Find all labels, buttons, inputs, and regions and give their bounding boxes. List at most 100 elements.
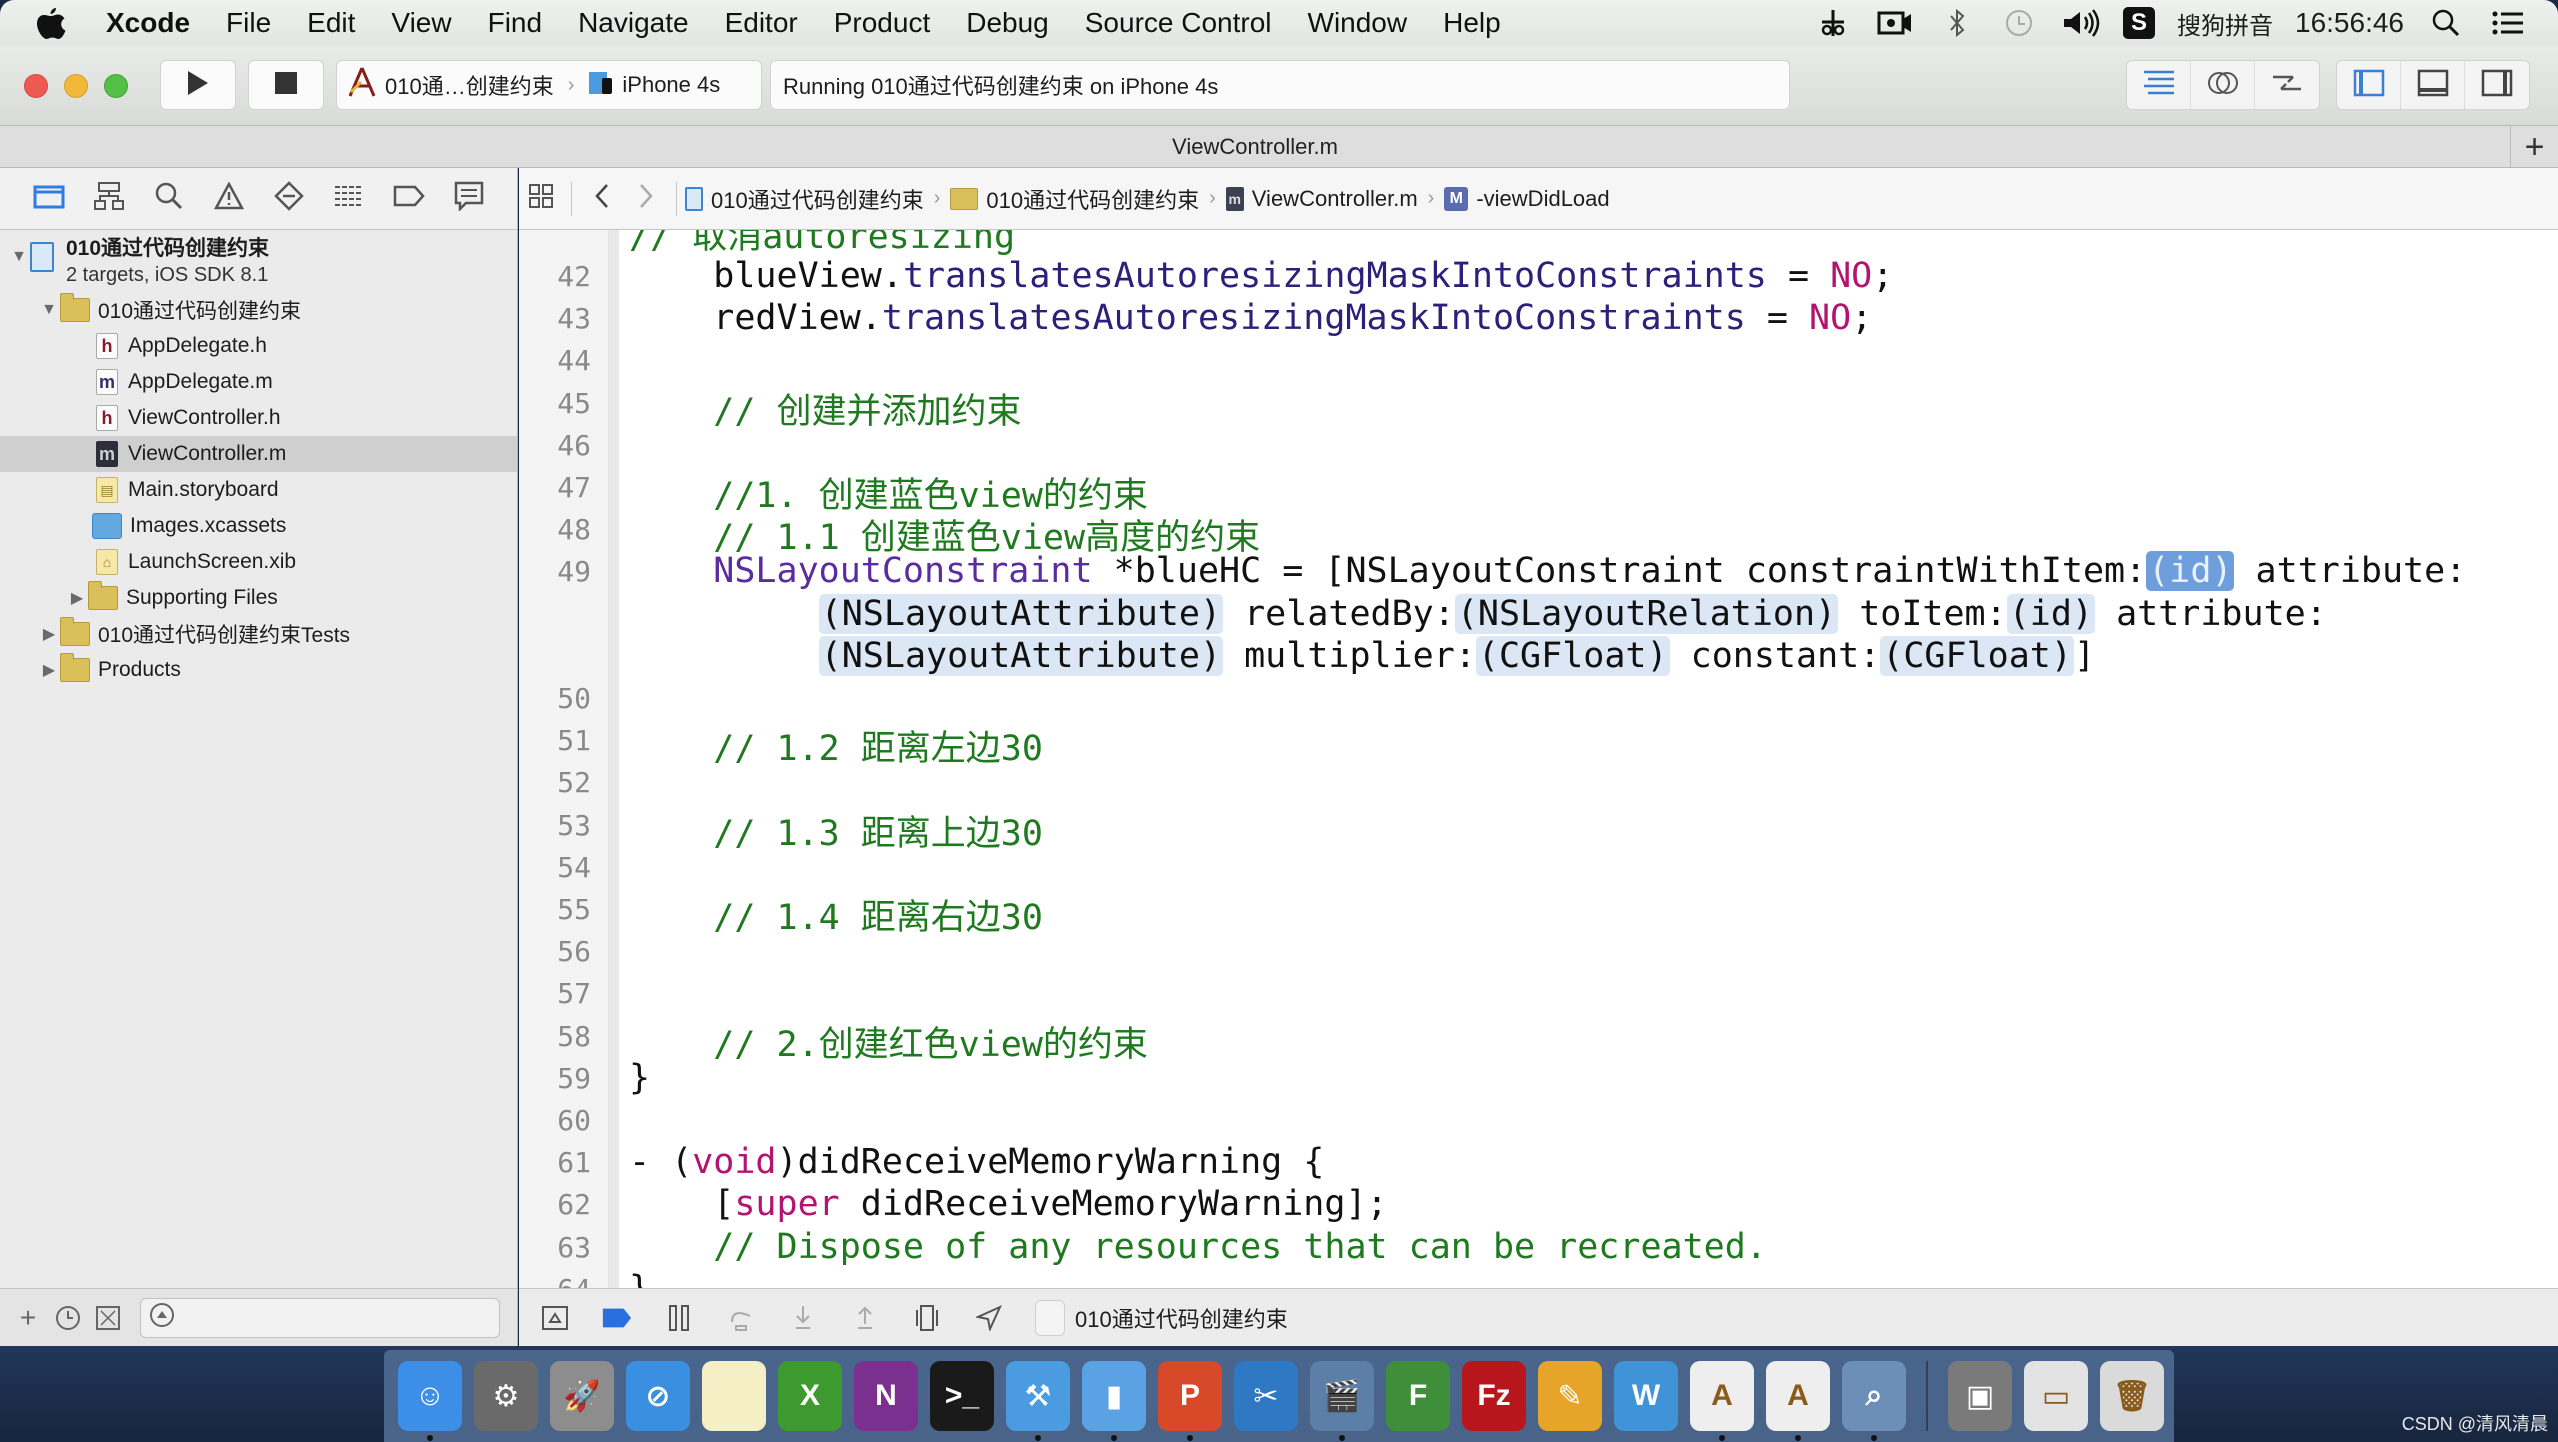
breakpoint-navigator-tab[interactable] bbox=[390, 180, 428, 218]
code-line[interactable]: 63 // Dispose of any resources that can … bbox=[519, 1227, 2558, 1269]
powerpoint-icon[interactable]: P bbox=[1158, 1361, 1222, 1441]
go-back-button[interactable] bbox=[580, 179, 624, 219]
run-button[interactable] bbox=[160, 60, 236, 110]
stop-button[interactable] bbox=[248, 60, 324, 110]
debug-view-hierarchy-button[interactable] bbox=[911, 1302, 943, 1334]
zoom-window-button[interactable] bbox=[104, 74, 128, 98]
breadcrumb-project[interactable]: 010通过代码创建约束 bbox=[685, 183, 924, 215]
code-placeholder-token[interactable]: (id) bbox=[2006, 593, 2095, 634]
notification-center-icon[interactable] bbox=[2488, 7, 2528, 39]
issue-navigator-tab[interactable] bbox=[210, 180, 248, 218]
line-number[interactable]: 52 bbox=[519, 766, 591, 799]
tree-item-images-xcassets[interactable]: Images.xcassets bbox=[0, 508, 517, 544]
simulate-location-button[interactable] bbox=[973, 1302, 1005, 1334]
utility-app-icon[interactable]: ✎ bbox=[1538, 1361, 1602, 1431]
safari-icon[interactable]: ⊘ bbox=[626, 1361, 690, 1431]
code-line[interactable]: 44 bbox=[519, 340, 2558, 382]
menu-navigate[interactable]: Navigate bbox=[560, 7, 707, 39]
ios-simulator-icon[interactable]: ▮ bbox=[1082, 1361, 1146, 1441]
close-window-button[interactable] bbox=[24, 74, 48, 98]
excel-icon[interactable]: X bbox=[778, 1361, 842, 1431]
line-number[interactable]: 62 bbox=[519, 1188, 591, 1221]
find-navigator-tab[interactable] bbox=[150, 180, 188, 218]
go-forward-button[interactable] bbox=[624, 179, 668, 219]
video-editor-icon[interactable]: 🎬 bbox=[1310, 1361, 1374, 1441]
code-line[interactable]: 48 // 1.1 创建蓝色view高度的约束 bbox=[519, 509, 2558, 558]
menu-app-xcode[interactable]: Xcode bbox=[96, 7, 208, 39]
bluetooth-icon[interactable] bbox=[1937, 7, 1977, 39]
code-line[interactable]: 43 redView.translatesAutoresizingMaskInt… bbox=[519, 298, 2558, 340]
code-line[interactable]: (NSLayoutAttribute) relatedBy:(NSLayoutR… bbox=[519, 593, 2558, 636]
minimize-window-button[interactable] bbox=[64, 74, 88, 98]
report-navigator-tab[interactable] bbox=[450, 180, 488, 218]
hide-debug-area-button[interactable] bbox=[539, 1302, 571, 1334]
code-line[interactable]: 61 - (void)didReceiveMemoryWarning { bbox=[519, 1142, 2558, 1184]
tree-item-viewcontroller-m[interactable]: m ViewController.m bbox=[0, 436, 517, 472]
code-line[interactable]: 54 bbox=[519, 847, 2558, 889]
line-number[interactable]: 50 bbox=[519, 682, 591, 715]
tree-item-appdelegate-m[interactable]: m AppDelegate.m bbox=[0, 364, 517, 400]
launchpad-icon[interactable]: 🚀 bbox=[550, 1361, 614, 1431]
line-number[interactable]: 64 bbox=[519, 1273, 591, 1288]
line-number[interactable]: 44 bbox=[519, 344, 591, 377]
volume-icon[interactable] bbox=[2061, 7, 2101, 39]
apple-menu-icon[interactable] bbox=[36, 6, 96, 40]
menu-editor[interactable]: Editor bbox=[707, 7, 816, 39]
tree-project-root[interactable]: ▼ 010通过代码创建约束 2 targets, iOS SDK 8.1 bbox=[0, 236, 517, 292]
documents-stack-icon[interactable]: ▭ bbox=[2024, 1361, 2088, 1431]
navigator-filter-input[interactable] bbox=[140, 1297, 500, 1338]
code-line[interactable]: 55 // 1.4 距离右边30 bbox=[519, 889, 2558, 938]
line-number[interactable]: 56 bbox=[519, 935, 591, 968]
tree-item-supporting-files[interactable]: ▶ Supporting Files bbox=[0, 580, 517, 616]
line-number[interactable]: 42 bbox=[519, 260, 591, 293]
menu-help[interactable]: Help bbox=[1425, 7, 1519, 39]
tree-item-group-main[interactable]: ▼ 010通过代码创建约束 bbox=[0, 292, 517, 328]
finder-icon[interactable]: ☺ bbox=[398, 1361, 462, 1441]
line-number[interactable]: 54 bbox=[519, 851, 591, 884]
step-over-button[interactable] bbox=[725, 1302, 757, 1334]
line-number[interactable]: 63 bbox=[519, 1231, 591, 1264]
code-line[interactable]: 52 bbox=[519, 762, 2558, 804]
toggle-debug-area-button[interactable] bbox=[2401, 61, 2465, 109]
disclosure-collapsed-icon[interactable]: ▶ bbox=[38, 659, 60, 681]
add-tab-button[interactable]: + bbox=[2510, 126, 2558, 168]
line-number[interactable]: 59 bbox=[519, 1062, 591, 1095]
scm-status-filter-icon[interactable] bbox=[94, 1304, 122, 1332]
ime-badge-icon[interactable]: S bbox=[2123, 7, 2155, 39]
code-placeholder-token[interactable]: (id) bbox=[2146, 551, 2235, 592]
code-line[interactable]: 50 bbox=[519, 678, 2558, 720]
destination-name[interactable]: iPhone 4s bbox=[622, 72, 720, 98]
code-line[interactable]: 56 bbox=[519, 931, 2558, 973]
notes-icon[interactable] bbox=[702, 1361, 766, 1431]
tree-item-viewcontroller-h[interactable]: h ViewController.h bbox=[0, 400, 517, 436]
code-line[interactable]: 60 bbox=[519, 1100, 2558, 1142]
screenshot-scissors-icon[interactable]: ✂ bbox=[1234, 1361, 1298, 1431]
standard-editor-button[interactable] bbox=[2127, 61, 2191, 109]
code-line[interactable]: 42 blueView.translatesAutoresizingMaskIn… bbox=[519, 256, 2558, 298]
line-number[interactable]: 61 bbox=[519, 1146, 591, 1179]
source-editor[interactable]: // 取消autoresizing 42 blueView.translates… bbox=[519, 230, 2558, 1288]
wps-writer-icon[interactable]: W bbox=[1614, 1361, 1678, 1431]
code-line[interactable]: 59} bbox=[519, 1058, 2558, 1100]
line-number[interactable]: 60 bbox=[519, 1104, 591, 1137]
instruments-doc-2-icon[interactable]: A bbox=[1766, 1361, 1830, 1441]
line-number[interactable]: 53 bbox=[519, 809, 591, 842]
xcode-icon[interactable]: ⚒ bbox=[1006, 1361, 1070, 1441]
spotlight-search-icon[interactable] bbox=[2426, 7, 2466, 39]
line-number[interactable]: 51 bbox=[519, 724, 591, 757]
menubar-clock[interactable]: 16:56:46 bbox=[2295, 7, 2404, 39]
code-line[interactable]: 46 bbox=[519, 425, 2558, 467]
recent-files-filter-icon[interactable] bbox=[54, 1304, 82, 1332]
screen-record-icon[interactable] bbox=[1875, 7, 1915, 39]
tree-item-products[interactable]: ▶ Products bbox=[0, 652, 517, 688]
code-line[interactable]: 47 //1. 创建蓝色view的约束 bbox=[519, 467, 2558, 516]
symbol-navigator-tab[interactable] bbox=[90, 180, 128, 218]
menu-debug[interactable]: Debug bbox=[948, 7, 1067, 39]
instruments-doc-icon[interactable]: A bbox=[1690, 1361, 1754, 1441]
code-line[interactable]: 64} bbox=[519, 1269, 2558, 1288]
breadcrumb-group[interactable]: 010通过代码创建约束 bbox=[950, 183, 1199, 215]
scissors-icon[interactable] bbox=[1813, 7, 1853, 39]
toggle-utilities-button[interactable] bbox=[2465, 61, 2529, 109]
code-line[interactable]: 45 // 创建并添加约束 bbox=[519, 383, 2558, 432]
debug-process-label[interactable]: 010通过代码创建约束 bbox=[1075, 1302, 1288, 1334]
